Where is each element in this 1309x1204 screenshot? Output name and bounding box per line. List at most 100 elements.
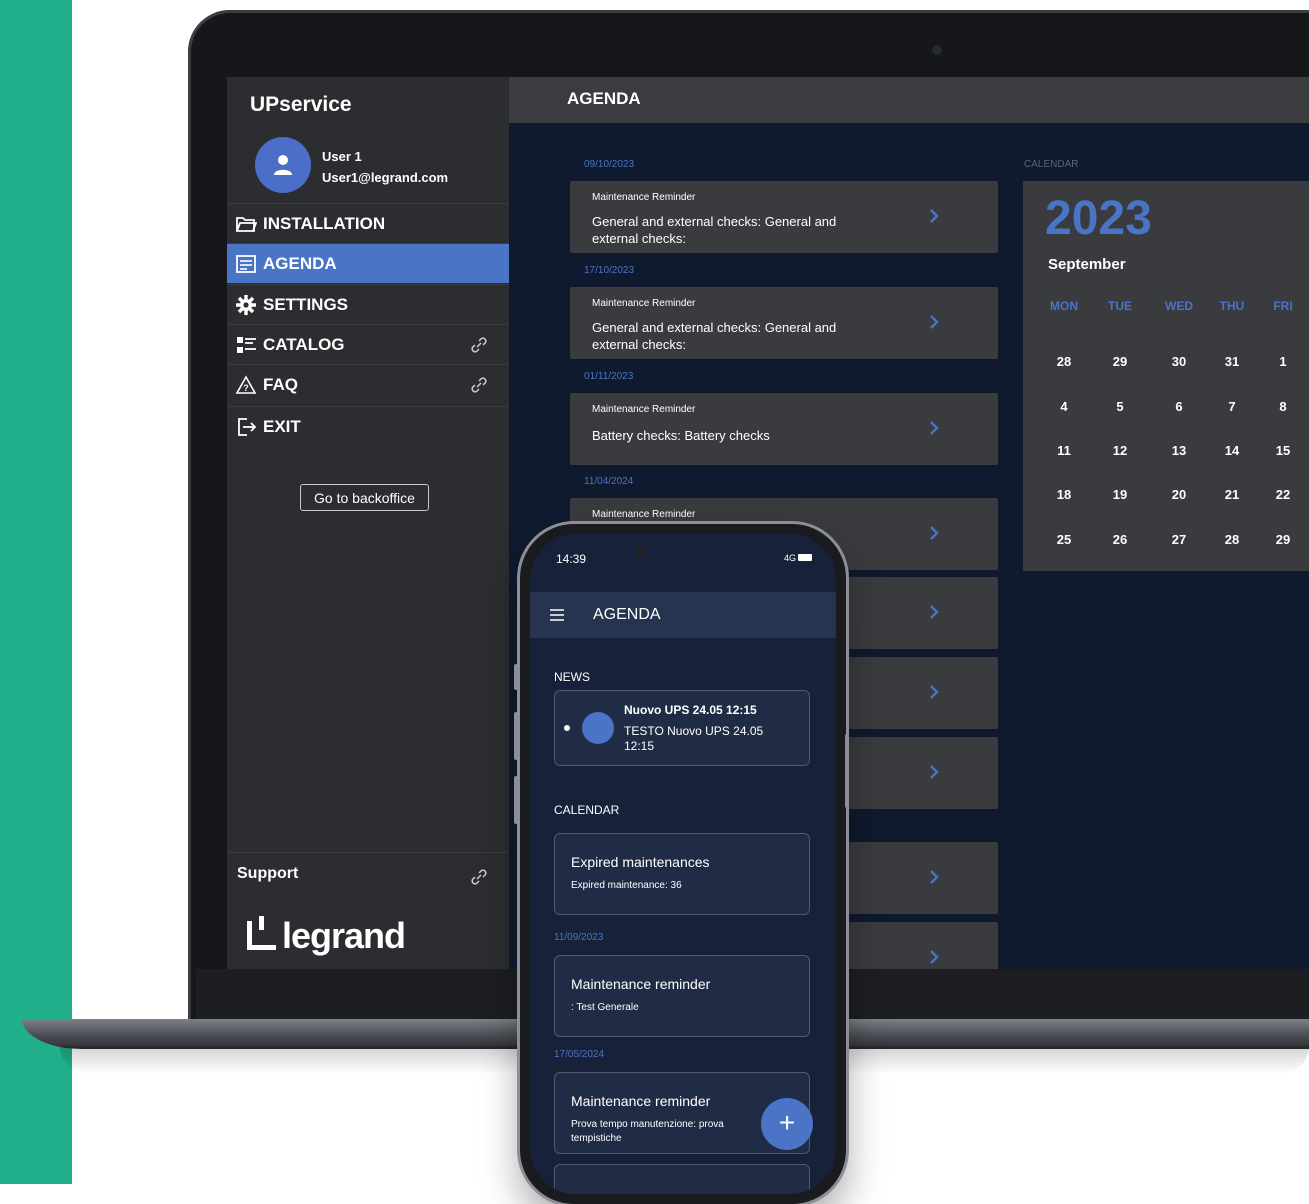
link-icon[interactable] <box>469 335 489 355</box>
card-subtitle: : Test Generale <box>571 1002 639 1013</box>
user-name: User 1 <box>322 149 362 164</box>
calendar-day[interactable]: 12 <box>1100 443 1140 458</box>
calendar-day[interactable]: 7 <box>1212 399 1252 414</box>
battery-icon <box>798 554 812 561</box>
card-title: Maintenance reminder <box>571 1093 711 1109</box>
calendar-day[interactable]: 18 <box>1044 487 1084 502</box>
gear-icon <box>236 294 256 315</box>
link-icon[interactable] <box>469 867 489 887</box>
calendar-year: 2023 <box>1045 192 1152 245</box>
status-network: 4G <box>784 553 797 563</box>
event-card[interactable]: Maintenance Reminder Battery checks: Bat… <box>570 393 998 465</box>
sidebar-item-installation[interactable]: INSTALLATION <box>227 203 509 243</box>
calendar-day[interactable]: 22 <box>1263 487 1303 502</box>
link-icon[interactable] <box>469 375 489 395</box>
phone-camera <box>635 545 645 555</box>
laptop-camera <box>932 45 942 55</box>
event-card[interactable]: Maintenance Reminder General and externa… <box>570 181 998 253</box>
news-card[interactable]: Nuovo UPS 24.05 12:15 TESTO Nuovo UPS 24… <box>554 690 810 766</box>
phone-page-title: AGENDA <box>593 606 661 623</box>
calendar-day[interactable]: 26 <box>1100 532 1140 547</box>
sidebar-item-exit[interactable]: EXIT <box>227 406 509 446</box>
calendar-weekday: FRI <box>1273 299 1293 313</box>
sidebar-item-faq[interactable]: ? FAQ <box>227 364 509 404</box>
calendar-day[interactable]: 30 <box>1159 354 1199 369</box>
news-title: Nuovo UPS 24.05 12:15 <box>624 703 757 717</box>
calendar-day[interactable]: 1 <box>1263 354 1303 369</box>
calendar-section-label: CALENDAR <box>554 803 620 817</box>
calendar-day[interactable]: 11 <box>1044 443 1084 458</box>
event-description: General and external checks: General and… <box>592 214 837 246</box>
calendar-day[interactable]: 27 <box>1159 532 1199 547</box>
calendar-panel: 2023 September MON TUE WED THU FRI 28 29 3… <box>1023 181 1309 571</box>
calendar-day[interactable]: 6 <box>1159 399 1199 414</box>
calendar-day[interactable]: 14 <box>1212 443 1252 458</box>
agenda-icon <box>236 254 256 273</box>
calendar-day[interactable]: 29 <box>1263 532 1303 547</box>
phone: 14:39 4G AGENDA NEWS Nuovo UPS 24.05 12:… <box>514 524 849 1204</box>
calendar-day[interactable]: 28 <box>1044 354 1084 369</box>
chevron-right-icon <box>930 315 939 329</box>
chevron-right-icon <box>930 685 939 699</box>
chevron-right-icon <box>930 950 939 964</box>
catalog-icon <box>237 336 256 353</box>
menu-icon[interactable] <box>550 609 564 621</box>
exit-icon <box>238 417 257 436</box>
card-subtitle: Prova tempo manutenzione: prova tempisti… <box>571 1119 724 1144</box>
user-icon <box>274 155 292 175</box>
item-date: 11/09/2023 <box>554 932 604 943</box>
calendar-weekday: WED <box>1165 299 1193 313</box>
avatar[interactable] <box>255 137 311 193</box>
item-date: 17/05/2024 <box>554 1049 605 1060</box>
calendar-day[interactable]: 21 <box>1212 487 1252 502</box>
folder-icon <box>236 216 257 232</box>
chevron-right-icon <box>930 421 939 435</box>
expired-maintenances-card[interactable]: Expired maintenances Expired maintenance… <box>554 833 810 915</box>
sidebar-item-catalog[interactable]: CATALOG <box>227 324 509 364</box>
unread-dot <box>564 725 570 731</box>
legrand-logo: legrand <box>247 915 406 957</box>
event-type: Maintenance Reminder <box>592 192 696 203</box>
calendar-day[interactable]: 13 <box>1159 443 1199 458</box>
sidebar-item-label: EXIT <box>263 416 301 436</box>
sidebar-item-label: INSTALLATION <box>263 213 386 233</box>
app-title: UPservice <box>250 93 352 116</box>
support-row[interactable]: Support <box>227 852 509 903</box>
calendar-day[interactable]: 4 <box>1044 399 1084 414</box>
chevron-right-icon <box>930 605 939 619</box>
add-button[interactable]: + <box>761 1098 813 1150</box>
news-section-label: NEWS <box>554 670 590 684</box>
phone-side-button <box>514 776 518 824</box>
event-description: General and external checks: General and… <box>592 320 837 352</box>
sidebar-item-agenda[interactable]: AGENDA <box>227 243 509 283</box>
sidebar-item-label: FAQ <box>263 374 298 394</box>
sidebar: UPservice User 1 User1@legrand.com INSTA… <box>227 77 509 969</box>
event-date: 09/10/2023 <box>584 159 635 170</box>
sidebar-item-settings[interactable]: SETTINGS <box>227 284 509 324</box>
event-type: Maintenance Reminder <box>592 298 696 309</box>
header-bar: AGENDA <box>509 77 1309 123</box>
calendar-day[interactable]: 25 <box>1044 532 1084 547</box>
sidebar-item-label: AGENDA <box>263 253 337 273</box>
go-to-backoffice-button[interactable]: Go to backoffice <box>300 484 429 511</box>
calendar-day[interactable]: 29 <box>1100 354 1140 369</box>
calendar-day[interactable]: 19 <box>1100 487 1140 502</box>
calendar-day[interactable]: 31 <box>1212 354 1252 369</box>
phone-header: AGENDA <box>530 592 836 638</box>
calendar-day[interactable]: 8 <box>1263 399 1303 414</box>
event-card[interactable]: Maintenance Reminder General and externa… <box>570 287 998 359</box>
phone-side-button <box>845 734 849 808</box>
maintenance-card[interactable]: Maintenance reminder : Test Generale <box>554 955 810 1037</box>
calendar-day[interactable]: 20 <box>1159 487 1199 502</box>
calendar-weekday: MON <box>1050 299 1078 313</box>
chevron-right-icon <box>930 870 939 884</box>
event-date: 01/11/2023 <box>584 371 634 382</box>
maintenance-card[interactable] <box>554 1164 810 1194</box>
calendar-weekday: TUE <box>1108 299 1132 313</box>
calendar-day[interactable]: 15 <box>1263 443 1303 458</box>
calendar-day[interactable]: 5 <box>1100 399 1140 414</box>
calendar-day[interactable]: 28 <box>1212 532 1252 547</box>
user-email: User1@legrand.com <box>322 170 449 185</box>
card-subtitle: Expired maintenance: 36 <box>571 880 682 891</box>
event-date: 17/10/2023 <box>584 265 635 276</box>
